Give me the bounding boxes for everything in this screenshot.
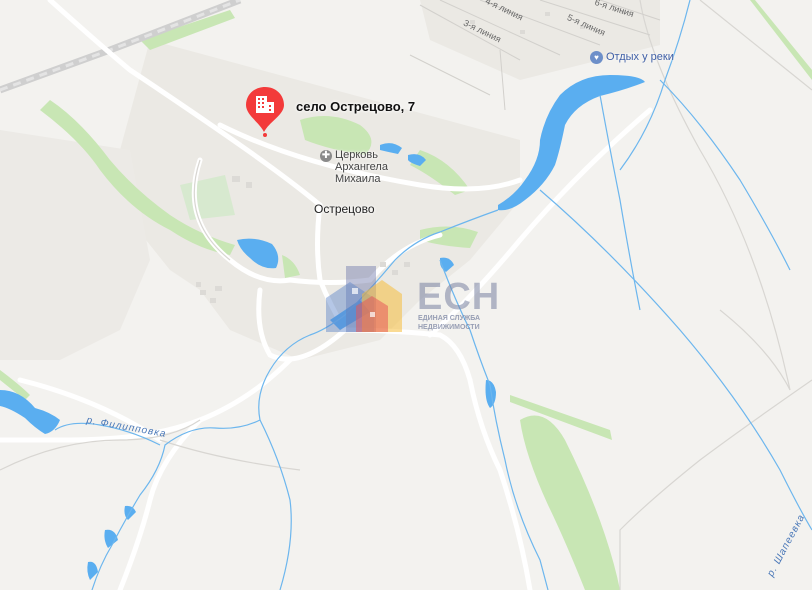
pond-sw: [0, 390, 60, 434]
lake-east: [498, 75, 645, 211]
village-label: Острецово: [314, 202, 375, 216]
watermark-subtitle-line2: НЕДВИЖИМОСТИ: [418, 324, 480, 331]
company-logo-watermark: [326, 266, 402, 332]
watermark-subtitle: ЕДИНАЯ СЛУЖБА НЕДВИЖИМОСТИ: [418, 314, 480, 332]
church-icon[interactable]: ✚: [320, 150, 332, 162]
church-label-line1: Церковь: [335, 149, 379, 161]
watermark-subtitle-line1: ЕДИНАЯ СЛУЖБА: [418, 315, 481, 322]
marker-address-label[interactable]: село Острецово, 7: [296, 99, 415, 114]
church-label-line3: Михаила: [335, 173, 381, 185]
location-pin[interactable]: [245, 86, 285, 138]
map-view[interactable]: 4-я линия 3-я линия 5-я линия 6-я линия …: [0, 0, 812, 590]
park-corner-ne: [750, 0, 812, 80]
field-left: [0, 130, 150, 360]
poi-label-rest-by-river[interactable]: Отдых у реки: [606, 51, 674, 63]
watermark-logo-text: ЕСН: [417, 276, 501, 318]
bed-icon[interactable]: ♥: [590, 51, 603, 64]
church-label[interactable]: Церковь Архангела Михаила: [335, 149, 388, 185]
church-label-line2: Архангела: [335, 161, 388, 173]
park-field-east: [520, 415, 620, 590]
